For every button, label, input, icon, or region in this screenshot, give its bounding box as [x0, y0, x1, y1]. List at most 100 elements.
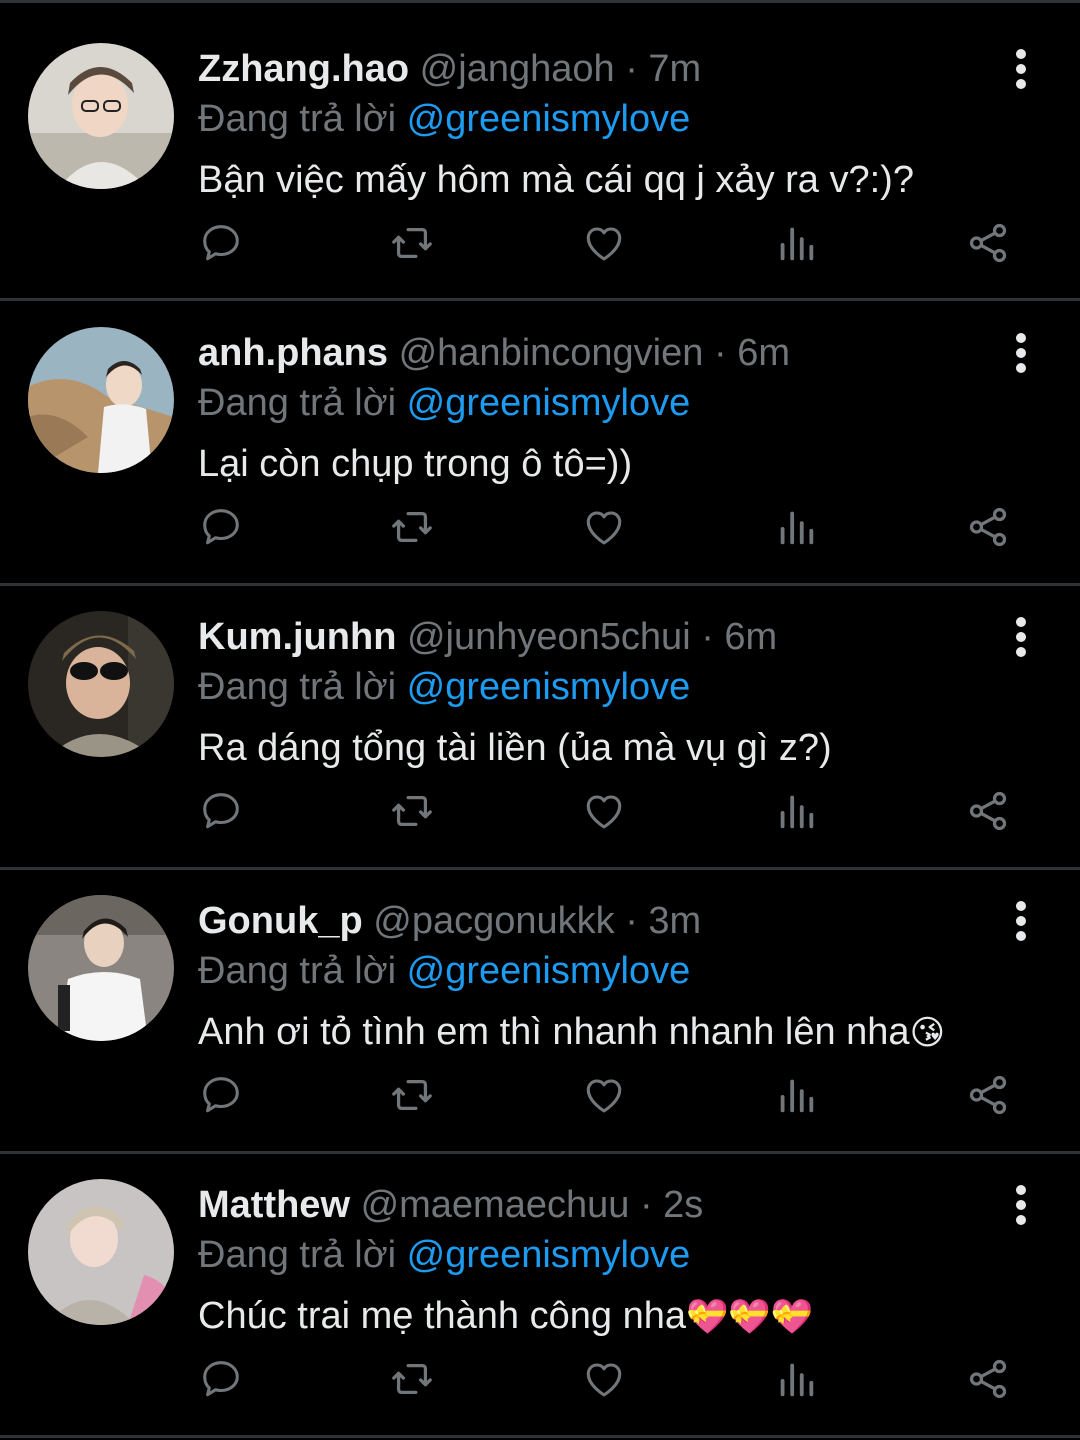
tweet-text: Chúc trai mẹ thành công nha💝💝💝 [198, 1291, 813, 1341]
user-handle[interactable]: @junhyeon5chui [407, 616, 691, 658]
user-handle[interactable]: @pacgonukkk [373, 900, 614, 942]
mention-link[interactable]: @greenismylove [407, 950, 691, 992]
action-bar [0, 1067, 1080, 1123]
timestamp[interactable]: 6m [724, 616, 777, 658]
more-vertical-icon[interactable] [1004, 899, 1038, 943]
timestamp[interactable]: 6m [737, 332, 790, 374]
tweet-emoji: 😘 [909, 1013, 946, 1053]
more-vertical-icon[interactable] [1004, 1183, 1038, 1227]
separator: · [639, 1184, 653, 1226]
reply-icon [203, 1361, 239, 1397]
views-icon [780, 511, 814, 545]
retweet-icon [392, 511, 432, 543]
share-icon [969, 507, 1007, 547]
more-vertical-icon[interactable] [1004, 615, 1038, 659]
reply-feed: Zzhang.hao @janghaoh · 7m Đang trả lời @… [0, 0, 1080, 1440]
tweet-text-content: Ra dáng tổng tài liền (ủa mà vụ gì z?) [198, 727, 832, 769]
views-icon [780, 1363, 814, 1397]
replying-label: Đang trả lời [198, 382, 397, 424]
avatar[interactable] [28, 895, 174, 1041]
share-icon [969, 1359, 1007, 1399]
reply-tweet[interactable]: Kum.junhn @junhyeon5chui · 6m Đang trả l… [0, 571, 1080, 855]
heart-icon [586, 1079, 622, 1113]
share-button[interactable] [960, 499, 1016, 555]
display-name[interactable]: Kum.junhn [198, 616, 396, 658]
user-handle[interactable]: @janghaoh [420, 48, 615, 90]
user-handle[interactable]: @hanbincongvien [399, 332, 704, 374]
reply-icon [203, 1077, 239, 1113]
replying-label: Đang trả lời [198, 1234, 397, 1276]
views-icon [780, 227, 814, 261]
share-button[interactable] [960, 1351, 1016, 1407]
share-icon [969, 791, 1007, 831]
timestamp[interactable]: 3m [648, 900, 701, 942]
like-button[interactable] [576, 215, 632, 271]
separator: · [625, 48, 638, 90]
reply-button[interactable] [193, 1351, 249, 1407]
tweet-text-content: Anh ơi tỏ tình em thì nhanh nhanh lên nh… [198, 1011, 910, 1053]
retweet-icon [392, 1079, 432, 1111]
display-name[interactable]: Matthew [198, 1184, 350, 1226]
user-handle[interactable]: @maemaechuu [361, 1184, 630, 1226]
share-button[interactable] [960, 783, 1016, 839]
views-icon [780, 795, 814, 829]
like-button[interactable] [576, 499, 632, 555]
share-button[interactable] [960, 215, 1016, 271]
reply-button[interactable] [193, 1067, 249, 1123]
reply-tweet[interactable]: anh.phans @hanbincongvien · 6m Đang trả … [0, 287, 1080, 571]
more-vertical-icon[interactable] [1004, 331, 1038, 375]
tweet-text: Bận việc mấy hôm mà cái qq j xảy ra v?:)… [198, 155, 914, 205]
heart-icon [586, 227, 622, 261]
replying-to: Đang trả lời @greenismylove [198, 663, 690, 711]
retweet-button[interactable] [384, 499, 440, 555]
tweet-text-content: Lại còn chụp trong ô tô=)) [198, 443, 633, 485]
views-button[interactable] [768, 499, 824, 555]
retweet-button[interactable] [384, 783, 440, 839]
views-button[interactable] [768, 783, 824, 839]
like-button[interactable] [576, 783, 632, 839]
like-button[interactable] [576, 1351, 632, 1407]
tweet-header: Gonuk_p @pacgonukkk · 3m [198, 897, 701, 945]
display-name[interactable]: Zzhang.hao [198, 48, 409, 90]
more-vertical-icon[interactable] [1004, 47, 1038, 91]
separator: · [701, 616, 714, 658]
divider [0, 1435, 1080, 1438]
views-button[interactable] [768, 1351, 824, 1407]
avatar[interactable] [28, 1179, 174, 1325]
mention-link[interactable]: @greenismylove [407, 666, 691, 708]
mention-link[interactable]: @greenismylove [407, 382, 691, 424]
reply-button[interactable] [193, 215, 249, 271]
share-button[interactable] [960, 1067, 1016, 1123]
heart-icon [586, 795, 622, 829]
replying-to: Đang trả lời @greenismylove [198, 95, 690, 143]
avatar[interactable] [28, 327, 174, 473]
display-name[interactable]: Gonuk_p [198, 900, 363, 942]
replying-to: Đang trả lời @greenismylove [198, 379, 690, 427]
action-bar [0, 499, 1080, 555]
mention-link[interactable]: @greenismylove [407, 98, 691, 140]
timestamp[interactable]: 7m [648, 48, 701, 90]
retweet-icon [392, 1363, 432, 1395]
tweet-emoji: 💝💝💝 [685, 1297, 813, 1337]
avatar[interactable] [28, 43, 174, 189]
timestamp[interactable]: 2s [663, 1184, 703, 1226]
retweet-button[interactable] [384, 215, 440, 271]
mention-link[interactable]: @greenismylove [407, 1234, 691, 1276]
views-button[interactable] [768, 215, 824, 271]
reply-tweet[interactable]: Zzhang.hao @janghaoh · 7m Đang trả lời @… [0, 3, 1080, 287]
display-name[interactable]: anh.phans [198, 332, 388, 374]
reply-button[interactable] [193, 499, 249, 555]
separator: · [625, 900, 638, 942]
tweet-text: Anh ơi tỏ tình em thì nhanh nhanh lên nh… [198, 1007, 945, 1057]
reply-tweet[interactable]: Gonuk_p @pacgonukkk · 3m Đang trả lời @g… [0, 855, 1080, 1139]
reply-tweet[interactable]: Matthew @maemaechuu · 2s Đang trả lời @g… [0, 1139, 1080, 1423]
reply-button[interactable] [193, 783, 249, 839]
heart-icon [586, 511, 622, 545]
like-button[interactable] [576, 1067, 632, 1123]
avatar[interactable] [28, 611, 174, 757]
retweet-button[interactable] [384, 1067, 440, 1123]
action-bar [0, 783, 1080, 839]
tweet-text: Lại còn chụp trong ô tô=)) [198, 439, 632, 489]
retweet-button[interactable] [384, 1351, 440, 1407]
views-button[interactable] [768, 1067, 824, 1123]
